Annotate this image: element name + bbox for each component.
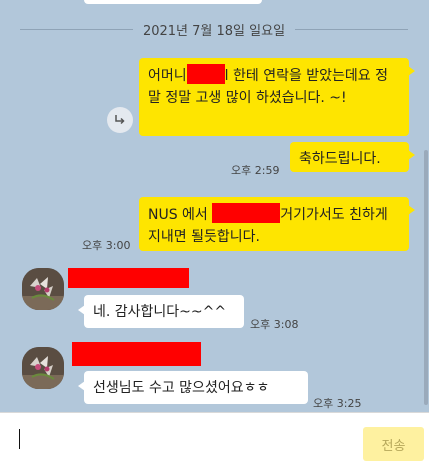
previous-message-bubble [84,0,262,4]
profile-avatar-icon[interactable] [22,268,64,310]
sender-name-redaction [72,342,201,366]
message-2-text: 축하드립니다. [299,151,381,167]
share-arrow-icon [115,115,125,125]
redaction-box [186,64,225,84]
message-bubble-2[interactable]: 축하드립니다. [290,142,415,172]
chat-area: 2021년 7월 18일 일요일 어머니 l 한테 연락을 받았는데요 정말 정말… [0,0,429,412]
message-4-text: 네. 감사합니다~~^^ [93,304,227,320]
message-1-text-a: 어머니 [148,68,187,84]
date-divider: 2021년 7월 18일 일요일 [20,20,408,39]
message-bubble-5[interactable]: 선생님도 수고 많으셨어요ㅎㅎ [78,371,308,404]
chat-scrollbar[interactable] [423,0,429,412]
message-5-time: 오후 3:25 [313,397,362,410]
message-3-text-a: NUS 에서 [148,207,213,223]
scrollbar-thumb[interactable] [424,150,428,405]
date-text: 2021년 7월 18일 일요일 [142,23,286,39]
message-3-time: 오후 3:00 [82,239,131,252]
share-button[interactable] [107,107,133,133]
message-bubble-1[interactable]: 어머니 l 한테 연락을 받았는데요 정말 정말 고생 많이 하셨습니다. ~! [139,58,415,136]
message-4-time: 오후 3:08 [250,318,299,331]
message-input[interactable] [16,423,346,463]
message-2-time: 오후 2:59 [231,164,280,177]
send-button[interactable]: 전송 [363,427,424,461]
divider-line-left [20,28,133,30]
sender-name-redaction [68,268,189,288]
message-5-text: 선생님도 수고 많으셨어요ㅎㅎ [93,380,270,396]
redaction-box [212,203,281,223]
message-bubble-4[interactable]: 네. 감사합니다~~^^ [78,295,244,328]
message-bubble-3[interactable]: NUS 에서 거기가서도 친하게 지내면 될듯합니다. [139,197,415,251]
profile-avatar-icon[interactable] [22,347,64,389]
divider-line-right [295,28,408,30]
